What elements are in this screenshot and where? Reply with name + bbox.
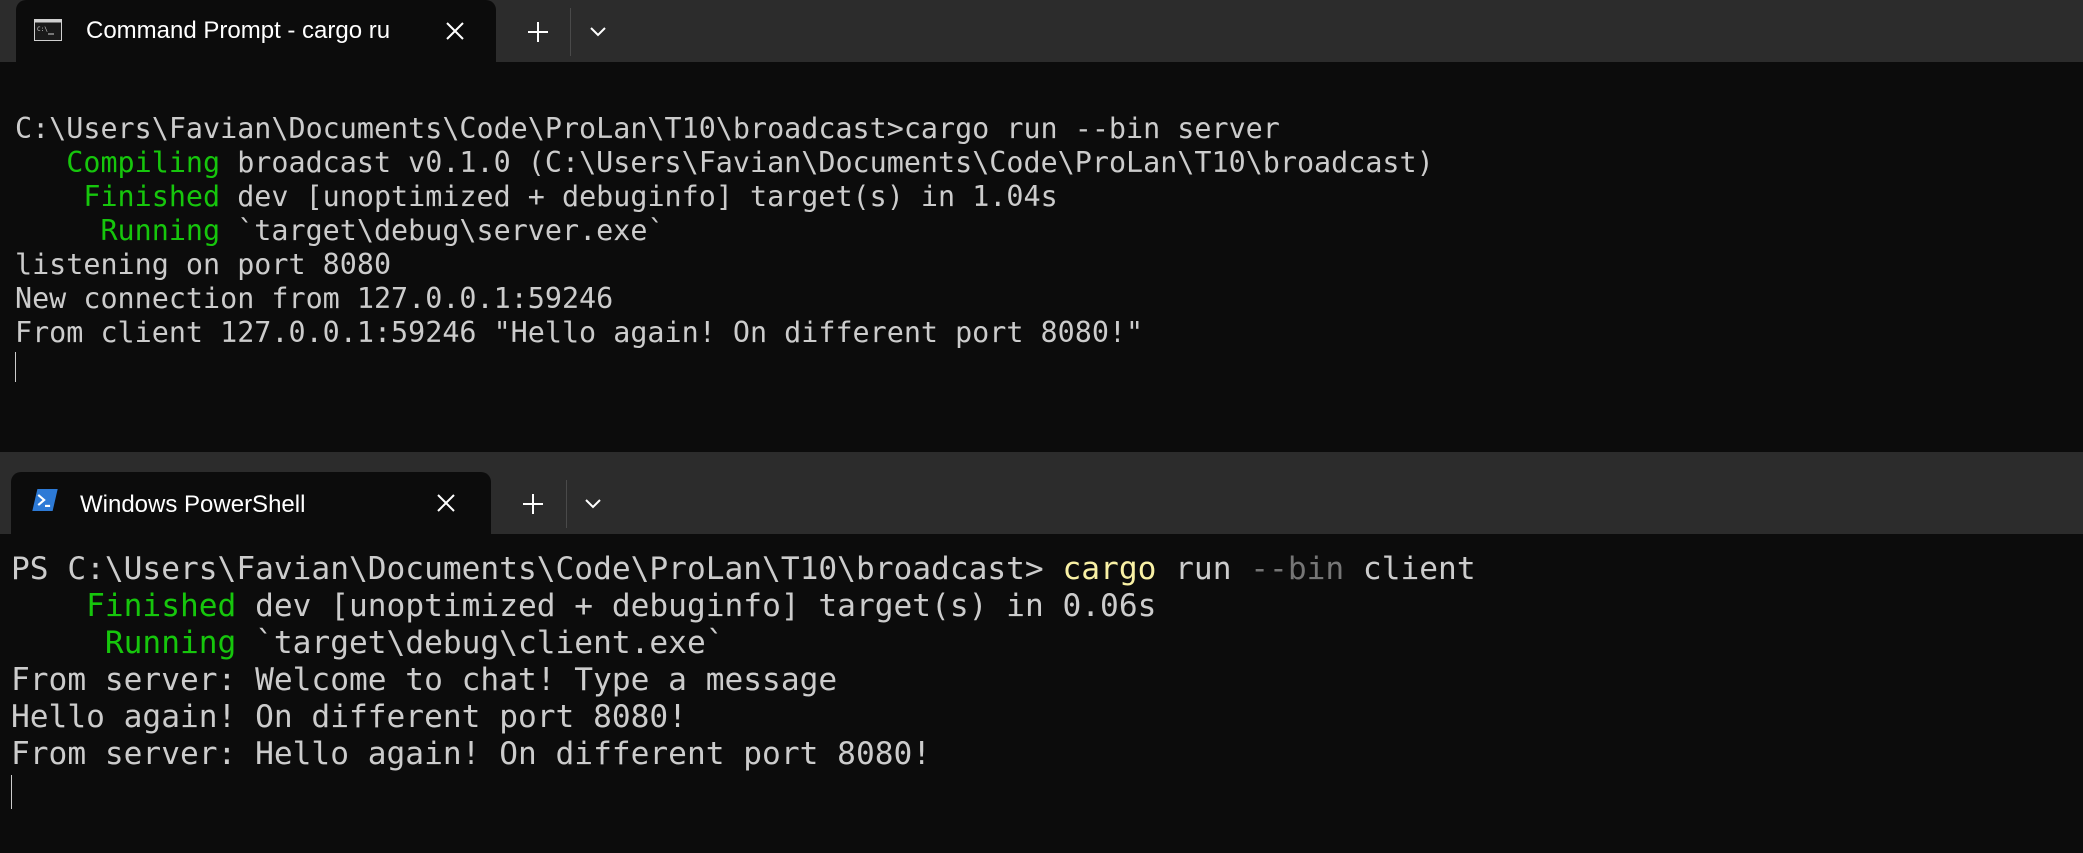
tab-separator [570,8,571,56]
console-text-segment: cargo [1062,551,1157,587]
console-text-segment: Hello again! On different port 8080! [11,699,687,735]
console-text-segment: broadcast v0.1.0 (C:\Users\Favian\Docume… [220,146,1434,179]
command-prompt-icon: C:\ [34,19,62,41]
tab-bar: C:\ Command Prompt - cargo ru [0,0,2083,62]
console-text-segment: PS C:\Users\Favian\Documents\Code\ProLan… [11,551,1063,587]
console-output[interactable]: C:\Users\Favian\Documents\Code\ProLan\T1… [0,112,2083,384]
powershell-icon [32,489,58,511]
tab-title: Command Prompt - cargo ru [86,17,391,44]
text-cursor [15,352,16,382]
console-line: From server: Welcome to chat! Type a mes… [11,662,2083,699]
console-line: Hello again! On different port 8080! [11,699,2083,736]
console-line: Running `target\debug\server.exe` [15,214,2083,248]
console-line: PS C:\Users\Favian\Documents\Code\ProLan… [11,551,2083,588]
console-line: Finished dev [unoptimized + debuginfo] t… [11,588,2083,625]
console-text-segment: `target\debug\client.exe` [236,625,725,661]
powershell-window: Windows PowerShell PS C:\Users\Favian\Do… [0,452,2083,853]
console-text-segment: From server: Welcome to chat! Type a mes… [11,662,838,698]
console-line: Running `target\debug\client.exe` [11,625,2083,662]
svg-text:C:\: C:\ [37,26,48,33]
prompt-line [11,773,2083,810]
console-text-segment: run [1156,551,1251,587]
tab-command-prompt[interactable]: C:\ Command Prompt - cargo ru [16,0,496,62]
close-icon[interactable] [433,490,459,516]
console-text-segment: dev [unoptimized + debuginfo] target(s) … [220,180,1058,213]
console-text-segment: Running [11,625,237,661]
tab-powershell[interactable]: Windows PowerShell [11,472,491,534]
console-line: C:\Users\Favian\Documents\Code\ProLan\T1… [15,112,2083,146]
chevron-down-icon[interactable] [584,18,612,46]
console-line: Finished dev [unoptimized + debuginfo] t… [15,180,2083,214]
text-cursor [11,775,12,809]
console-text-segment: New connection from 127.0.0.1:59246 [15,282,614,315]
new-tab-plus-icon[interactable] [520,14,556,50]
console-text-segment: From server: Hello again! On different p… [11,736,932,772]
chevron-down-icon[interactable] [579,490,607,518]
tab-separator [566,480,567,528]
console-text-segment: Finished [15,180,221,213]
console-text-segment: listening on port 8080 [15,248,392,281]
command-prompt-window: C:\ Command Prompt - cargo ru C:\Users\F… [0,0,2083,452]
console-text-segment: Running [15,214,221,247]
console-line: From client 127.0.0.1:59246 "Hello again… [15,316,2083,350]
tab-bar: Windows PowerShell [0,452,2083,534]
console-line: Compiling broadcast v0.1.0 (C:\Users\Fav… [15,146,2083,180]
close-icon[interactable] [442,18,468,44]
new-tab-plus-icon[interactable] [515,486,551,522]
console-text-segment: Compiling [15,146,221,179]
console-text-segment: From client 127.0.0.1:59246 "Hello again… [15,316,1144,349]
console-line: From server: Hello again! On different p… [11,736,2083,773]
console-text-segment: dev [unoptimized + debuginfo] target(s) … [236,588,1157,624]
console-text-segment: --bin [1250,551,1345,587]
console-text-segment: `target\debug\server.exe` [220,214,665,247]
console-output[interactable]: PS C:\Users\Favian\Documents\Code\ProLan… [0,551,2083,810]
prompt-line [15,350,2083,384]
console-line: New connection from 127.0.0.1:59246 [15,282,2083,316]
tab-title: Windows PowerShell [80,491,306,518]
console-text-segment: client [1344,551,1476,587]
console-text-segment: Finished [11,588,237,624]
console-line: listening on port 8080 [15,248,2083,282]
console-text-segment: C:\Users\Favian\Documents\Code\ProLan\T1… [15,112,1280,145]
